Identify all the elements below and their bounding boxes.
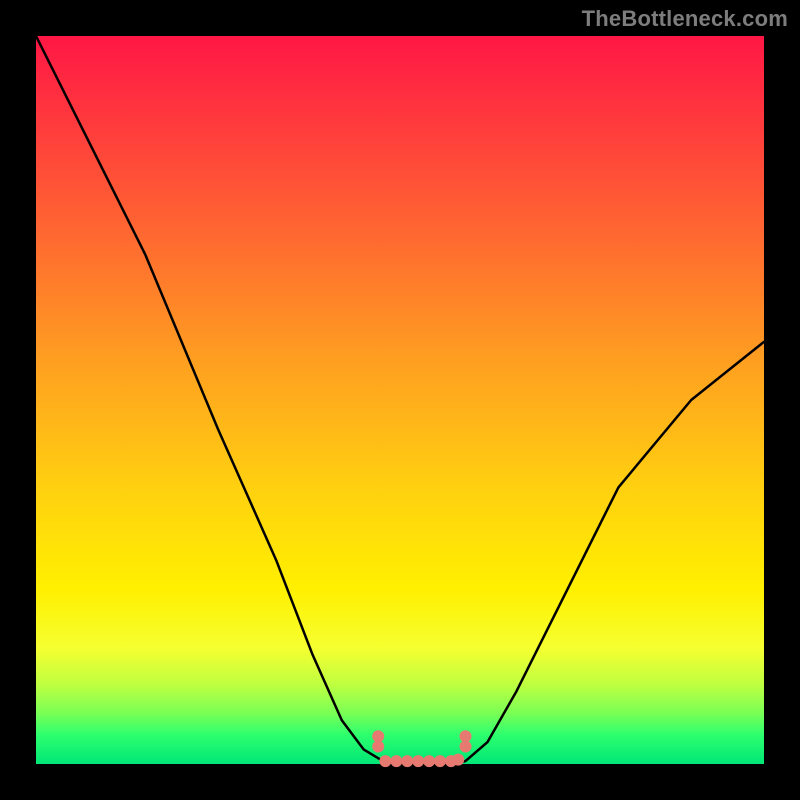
outer-frame: TheBottleneck.com xyxy=(0,0,800,800)
bottom-markers xyxy=(372,730,471,767)
data-marker xyxy=(412,755,424,767)
watermark-text: TheBottleneck.com xyxy=(582,6,788,32)
bottleneck-curve xyxy=(36,36,764,764)
data-marker xyxy=(460,730,472,742)
data-marker xyxy=(372,730,384,742)
data-marker xyxy=(434,755,446,767)
plot-area xyxy=(36,36,764,764)
data-marker xyxy=(423,755,435,767)
data-marker xyxy=(452,754,464,766)
data-marker xyxy=(390,755,402,767)
chart-svg xyxy=(36,36,764,764)
data-marker xyxy=(379,755,391,767)
data-marker xyxy=(401,755,413,767)
